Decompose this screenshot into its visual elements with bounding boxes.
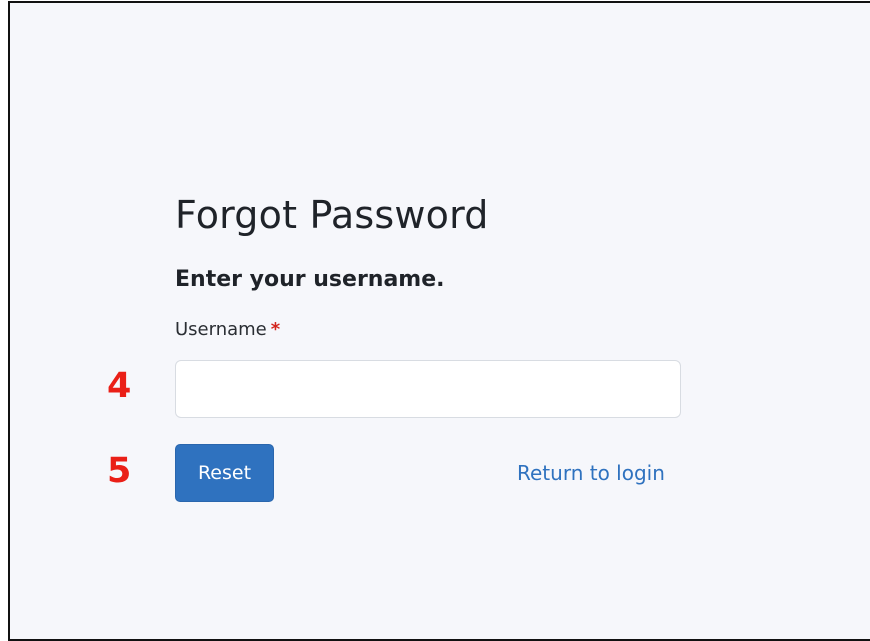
username-input[interactable] — [175, 360, 681, 418]
username-label-text: Username — [175, 319, 267, 340]
required-indicator: * — [270, 319, 281, 340]
page-subtitle: Enter your username. — [175, 267, 445, 292]
return-to-login-link[interactable]: Return to login — [517, 461, 665, 485]
page-frame: Forgot Password Enter your username. Use… — [8, 1, 870, 641]
step-4-annotation: 4 — [107, 366, 132, 406]
step-5-annotation: 5 — [107, 451, 132, 491]
username-label: Username * — [175, 319, 280, 340]
reset-button[interactable]: Reset — [175, 444, 274, 502]
page-title: Forgot Password — [175, 193, 489, 237]
